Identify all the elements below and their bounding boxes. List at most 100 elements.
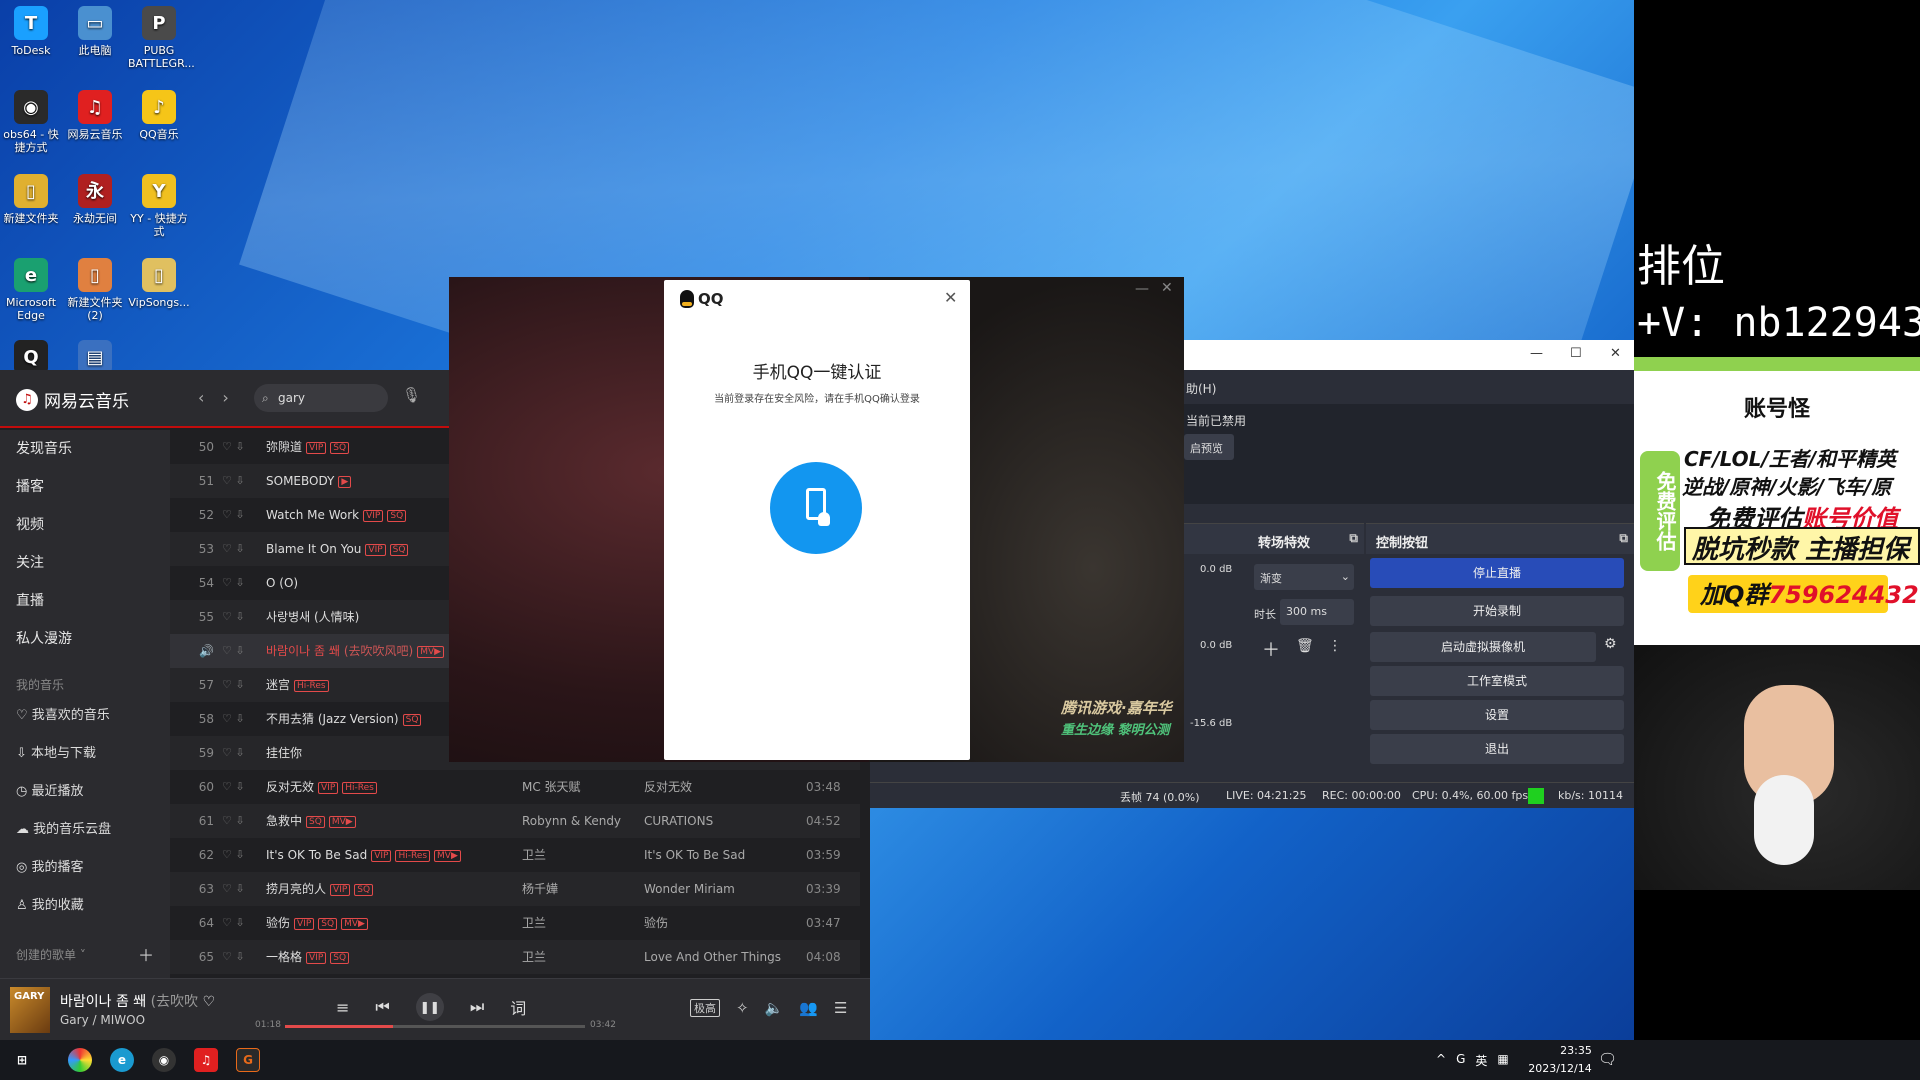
exit-button[interactable]: 退出 [1370, 734, 1624, 764]
track-artist[interactable]: 杨千嬅 [522, 872, 558, 906]
quality-tag[interactable]: MV▶ [328, 815, 356, 828]
mic-icon[interactable]: 🎙 [402, 386, 421, 404]
search-input[interactable]: ⌕ gary [254, 384, 388, 412]
minimize-icon[interactable]: — [1135, 281, 1149, 297]
sidebar-my-music-item[interactable]: ◎ 我的播客 [16, 856, 84, 875]
lyric-button[interactable]: 词 [510, 995, 526, 1019]
desktop-icon[interactable]: ▯ 新建文件夹 (2) [64, 258, 126, 322]
like-download-icons[interactable]: ♡ ⇩ [222, 702, 245, 736]
like-icon[interactable]: ♡ [203, 994, 216, 1010]
clock-date[interactable]: 2023/12/14 [1520, 1062, 1600, 1075]
enable-preview-button[interactable]: 启预览 [1184, 434, 1234, 460]
track-artist[interactable]: 卫兰 [522, 940, 546, 974]
desktop-icon[interactable]: T ToDesk [0, 6, 62, 57]
like-download-icons[interactable]: ♡ ⇩ [222, 668, 245, 702]
now-playing-title[interactable]: 바람이나 좀 쐐 (去吹吹 ♡ [60, 991, 215, 1011]
studio-mode-button[interactable]: 工作室模式 [1370, 666, 1624, 696]
netease-logo[interactable]: ♫ 网易云音乐 [16, 387, 129, 412]
stop-streaming-button[interactable]: 停止直播 [1370, 558, 1624, 588]
close-icon[interactable]: ✕ [944, 288, 957, 307]
desktop-icon[interactable]: ♫ 网易云音乐 [64, 90, 126, 141]
sidebar-my-music-item[interactable]: ☁ 我的音乐云盘 [16, 818, 111, 837]
track-album[interactable]: Love And Other Things [644, 940, 781, 974]
start-recording-button[interactable]: 开始录制 [1370, 596, 1624, 626]
sidebar-item[interactable]: 播客 [16, 476, 44, 496]
track-album[interactable]: It's OK To Be Sad [644, 838, 745, 872]
forward-icon[interactable]: › [222, 388, 228, 407]
maximize-icon[interactable]: ☐ [1570, 346, 1582, 361]
like-download-icons[interactable]: ♡ ⇩ [222, 906, 245, 940]
undock-icon[interactable]: ⧉ [1349, 531, 1358, 546]
like-download-icons[interactable]: ♡ ⇩ [222, 804, 245, 838]
track-album[interactable]: CURATIONS [644, 804, 713, 838]
playlist-icon[interactable]: ☰ [834, 999, 847, 1017]
desktop-icon[interactable]: ▯ 新建文件夹 [0, 174, 62, 225]
playlist-mode-icon[interactable]: ≡ [336, 998, 349, 1017]
phone-verify-button[interactable] [770, 462, 862, 554]
desktop-icon[interactable]: P PUBG BATTLEGR... [128, 6, 195, 70]
undock-icon[interactable]: ⧉ [1619, 531, 1628, 546]
track-artist[interactable]: Robynn & Kendy [522, 804, 621, 838]
quality-button[interactable]: 极高 [690, 999, 720, 1017]
windows-start-icon[interactable]: ⊞ [10, 1048, 34, 1072]
track-album[interactable]: 反对无效 [644, 770, 692, 804]
ime-indicator[interactable]: 英 [1475, 1052, 1487, 1069]
sidebar-my-music-item[interactable]: ♡ 我喜欢的音乐 [16, 704, 110, 723]
sidebar-item[interactable]: 私人漫游 [16, 628, 72, 648]
sidebar-my-music-item[interactable]: ⇩ 本地与下载 [16, 742, 96, 761]
desktop-icon[interactable]: 永永劫无间 [64, 174, 126, 225]
progress-bar[interactable] [285, 1025, 585, 1028]
add-icon[interactable]: ＋ [1262, 636, 1280, 662]
like-download-icons[interactable]: ♡ ⇩ [222, 532, 245, 566]
desktop-icon[interactable]: ▭ 此电脑 [64, 6, 126, 57]
listen-together-icon[interactable]: 👥 [799, 999, 818, 1017]
virtual-camera-button[interactable]: 启动虚拟摄像机 [1370, 632, 1596, 662]
table-row[interactable]: 65 ♡ ⇩ 一格格 VIP SQ 卫兰 Love And Other Things 04:0… [170, 940, 860, 974]
table-row[interactable]: 64 ♡ ⇩ 验伤 VIP SQ MV▶ 卫兰 验伤 03:47 [170, 906, 860, 940]
tray-g-icon[interactable]: G [1456, 1052, 1465, 1069]
like-download-icons[interactable]: ♡ ⇩ [222, 464, 245, 498]
calendar-icon[interactable]: ▦ [1497, 1052, 1508, 1069]
like-download-icons[interactable]: ♡ ⇩ [222, 770, 245, 804]
gear-icon[interactable]: ⚙ [1604, 636, 1617, 652]
notification-icon[interactable]: 🗨 [1598, 1050, 1617, 1068]
like-download-icons[interactable]: ♡ ⇩ [222, 430, 245, 464]
sidebar-my-music-item[interactable]: ◷ 最近播放 [16, 780, 84, 799]
add-playlist-icon[interactable]: ＋ [138, 942, 154, 966]
sidebar-item[interactable]: 直播 [16, 590, 44, 610]
like-download-icons[interactable]: ♡ ⇩ [222, 940, 245, 974]
chrome-icon[interactable] [68, 1048, 92, 1072]
like-download-icons[interactable]: ♡ ⇩ [222, 600, 245, 634]
like-download-icons[interactable]: ♡ ⇩ [222, 736, 245, 770]
quality-tag[interactable]: MV▶ [341, 917, 368, 930]
effect-icon[interactable]: ✧ [736, 999, 749, 1017]
table-row[interactable]: 61 ♡ ⇩ 急救中 SQ MV▶ Robynn & Kendy CURATIONS 04:5… [170, 804, 860, 838]
track-album[interactable]: Wonder Miriam [644, 872, 735, 906]
like-download-icons[interactable]: ♡ ⇩ [222, 634, 245, 668]
desktop-icon[interactable]: ◉ obs64 - 快捷方式 [0, 90, 62, 154]
obs-icon[interactable]: ◉ [152, 1048, 176, 1072]
desktop-icon[interactable]: ♪ QQ音乐 [128, 90, 190, 141]
volume-icon[interactable]: 🔈 [765, 999, 784, 1017]
now-playing-artist[interactable]: Gary / MIWOO [60, 1013, 145, 1027]
close-icon[interactable]: ✕ [1161, 280, 1173, 296]
transition-select[interactable]: 渐变 ⌄ [1254, 564, 1354, 590]
sidebar-my-music-item[interactable]: ♙ 我的收藏 [16, 894, 84, 913]
pause-button[interactable]: ❚❚ [415, 993, 444, 1021]
menu-help[interactable]: 助(H) [1186, 380, 1216, 397]
track-artist[interactable]: 卫兰 [522, 838, 546, 872]
like-download-icons[interactable]: ♡ ⇩ [222, 838, 245, 872]
sidebar-item[interactable]: 视频 [16, 514, 44, 534]
more-icon[interactable]: ⋮ [1328, 638, 1342, 654]
table-row[interactable]: 60 ♡ ⇩ 反对无效 VIP Hi-Res MC 张天赋 反对无效 03:48 [170, 770, 860, 804]
desktop-icon[interactable]: e Microsoft Edge [0, 258, 62, 322]
back-icon[interactable]: ‹ [198, 388, 204, 407]
like-download-icons[interactable]: ♡ ⇩ [222, 566, 245, 600]
netease-icon[interactable]: ♫ [194, 1048, 218, 1072]
sidebar-item[interactable]: 发现音乐 [16, 438, 72, 458]
track-artist[interactable]: 卫兰 [522, 906, 546, 940]
g-app-icon[interactable]: G [236, 1048, 260, 1072]
desktop-icon[interactable]: Y YY - 快捷方式 [128, 174, 190, 238]
table-row[interactable]: 62 ♡ ⇩ It's OK To Be Sad VIP Hi-Res MV▶ 卫兰 It's… [170, 838, 860, 872]
next-icon[interactable]: ⏭ [470, 997, 484, 1017]
